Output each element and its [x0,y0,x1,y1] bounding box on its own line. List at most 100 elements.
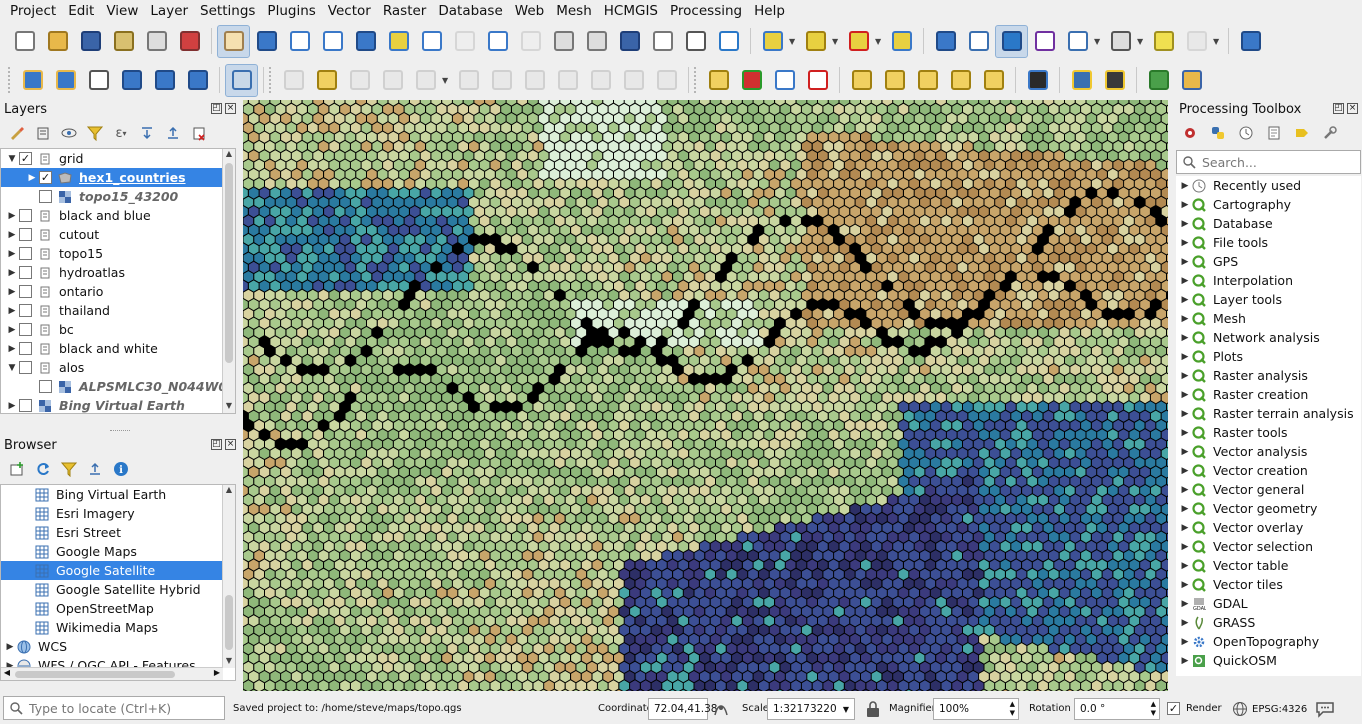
python-console-icon[interactable] [1065,64,1098,97]
layers-scrollbar[interactable]: ▲ ▼ [222,149,235,413]
processing-toolbox-icon[interactable] [995,24,1028,58]
collapsed-arrow-icon[interactable]: ▶ [1178,637,1192,647]
float-panel-button[interactable]: ◰ [1333,103,1344,114]
filter-legend-icon[interactable] [84,122,106,144]
close-panel-button[interactable]: × [225,439,236,450]
refresh-icon[interactable] [712,25,745,58]
mapping-tool-icon[interactable] [1175,64,1208,97]
chevron-down-icon[interactable]: ▼ [1094,37,1102,46]
coordinate-field[interactable]: 72.04,41.38 [648,698,717,720]
layer-visibility-checkbox[interactable] [19,247,32,260]
processing-group-vector-general[interactable]: ▶ Vector general [1176,480,1361,499]
expanded-arrow-icon[interactable]: ▼ [5,363,19,373]
add-group-icon[interactable] [32,122,54,144]
processing-group-database[interactable]: ▶ Database [1176,214,1361,233]
processing-group-grass[interactable]: ▶ GRASS [1176,613,1361,632]
layer-visibility-checkbox[interactable] [19,228,32,241]
spatial-bookmark-icon[interactable] [646,25,679,58]
layer-row-black-and-white[interactable]: ▶ black and white [1,339,235,358]
chevron-down-icon[interactable]: ▼ [442,76,450,85]
delete-selected-icon[interactable] [485,64,518,97]
processing-group-quickosm[interactable]: ▶ QuickOSM [1176,651,1361,670]
browser-item-bing-virtual-earth[interactable]: Bing Virtual Earth [1,485,235,504]
layer-labeling-icon[interactable] [702,64,735,97]
layer-visibility-checkbox[interactable] [19,209,32,222]
browser-vscrollbar[interactable]: ▲ ▼ [222,485,235,668]
attribute-table-icon[interactable] [1061,25,1094,58]
collapsed-arrow-icon[interactable]: ▶ [1178,485,1192,495]
processing-group-raster-tools[interactable]: ▶ Raster tools [1176,423,1361,442]
collapsed-arrow-icon[interactable]: ▶ [3,642,17,652]
processing-group-interpolation[interactable]: ▶ Interpolation [1176,271,1361,290]
redo-icon[interactable] [650,64,683,97]
collapsed-arrow-icon[interactable]: ▶ [25,173,39,183]
map-tips-icon[interactable] [1147,25,1180,58]
paste-features-icon[interactable] [584,64,617,97]
collapsed-arrow-icon[interactable]: ▶ [1178,561,1192,571]
float-panel-button[interactable]: ◰ [211,439,222,450]
browser-item-esri-imagery[interactable]: Esri Imagery [1,504,235,523]
options-wrench-icon[interactable] [1319,122,1341,144]
browser-hscrollbar[interactable]: ◀ ▶ [1,667,223,680]
processing-group-layer-tools[interactable]: ▶ Layer tools [1176,290,1361,309]
refresh-icon[interactable] [32,458,54,480]
chevron-down-icon[interactable]: ▼ [1213,37,1221,46]
add-wms-icon[interactable] [181,64,214,97]
digitize-pen-icon[interactable] [115,64,148,97]
select-by-expression-icon[interactable] [799,25,832,58]
style-manager-icon[interactable] [6,122,28,144]
chevron-down-icon[interactable]: ▼ [1137,37,1145,46]
clock-icon[interactable] [679,25,712,58]
layer-row-black-and-blue[interactable]: ▶ black and blue [1,206,235,225]
layer-row-ontario[interactable]: ▶ ontario [1,282,235,301]
new-geopackage-icon[interactable] [148,64,181,97]
processing-group-vector-table[interactable]: ▶ Vector table [1176,556,1361,575]
add-layer-icon[interactable] [6,458,28,480]
rotate-label-icon[interactable] [944,64,977,97]
pan-to-selection-icon[interactable] [250,25,283,58]
processing-group-raster-terrain-analysis[interactable]: ▶ Raster terrain analysis [1176,404,1361,423]
zoom-out-icon[interactable] [316,25,349,58]
menu-settings[interactable]: Settings [194,0,261,22]
menu-help[interactable]: Help [748,0,791,22]
collapsed-arrow-icon[interactable]: ▶ [1178,523,1192,533]
collapse-all-icon[interactable] [162,122,184,144]
gps-tool-icon[interactable] [1098,64,1131,97]
collapsed-arrow-icon[interactable]: ▶ [1178,257,1192,267]
zoom-to-selection-icon[interactable] [382,25,415,58]
deselect-all-icon[interactable] [842,25,875,58]
layer-row-grid[interactable]: ▼ ✓ grid [1,149,235,168]
zoom-to-layer-icon[interactable] [415,25,448,58]
close-panel-button[interactable]: × [1347,103,1358,114]
collapsed-arrow-icon[interactable]: ▶ [5,230,19,240]
add-vector-layer-icon[interactable] [16,64,49,97]
browser-item-google-maps[interactable]: Google Maps [1,542,235,561]
collapsed-arrow-icon[interactable]: ▶ [1178,219,1192,229]
save-as-icon[interactable] [107,25,140,58]
layer-row-hex1-countries[interactable]: ▶ ✓ hex1_countries [1,168,235,187]
measure-line-icon[interactable] [1104,25,1137,58]
layer-visibility-checkbox[interactable] [19,361,32,374]
temporal-controller-icon[interactable] [613,25,646,58]
new-bookmark-icon[interactable] [547,25,580,58]
processing-group-opentopography[interactable]: ▶ OpenTopography [1176,632,1361,651]
browser-item-google-satellite[interactable]: Google Satellite [1,561,235,580]
plugin-settings-icon[interactable] [1180,25,1213,58]
filter-expression-icon[interactable]: ε ▾ [110,122,132,144]
menu-vector[interactable]: Vector [322,0,377,22]
undo-icon[interactable] [617,64,650,97]
processing-group-file-tools[interactable]: ▶ File tools [1176,233,1361,252]
collapsed-arrow-icon[interactable]: ▶ [1178,599,1192,609]
collapsed-arrow-icon[interactable]: ▶ [5,306,19,316]
collapsed-arrow-icon[interactable]: ▶ [1178,200,1192,210]
save-edits-icon[interactable] [343,64,376,97]
show-bookmarks-icon[interactable] [580,25,613,58]
zoom-next-icon[interactable] [514,25,547,58]
layer-visibility-checkbox[interactable] [19,266,32,279]
change-label-icon[interactable] [977,64,1010,97]
collapsed-arrow-icon[interactable]: ▶ [1178,238,1192,248]
processing-group-mesh[interactable]: ▶ Mesh [1176,309,1361,328]
open-project-icon[interactable] [41,25,74,58]
hcmgis-icon[interactable] [1021,64,1054,97]
collapsed-arrow-icon[interactable]: ▶ [1178,276,1192,286]
